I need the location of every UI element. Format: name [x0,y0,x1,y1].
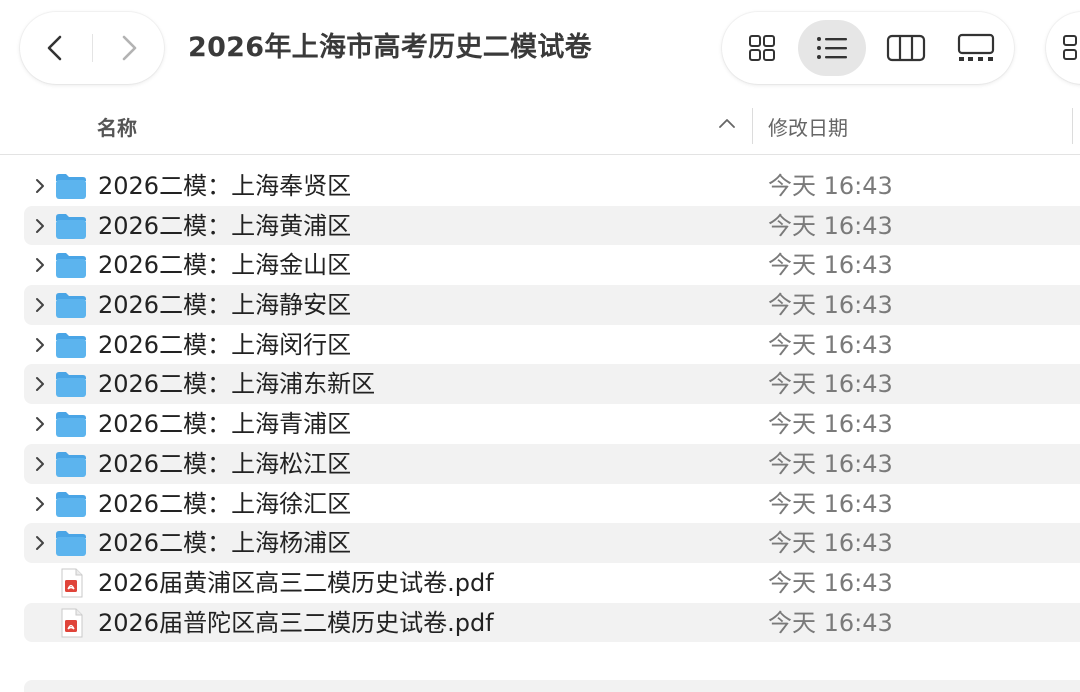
file-row[interactable]: 2026届黄浦区高三二模历史试卷.pdf 今天 16:43 [24,563,1080,603]
disclosure-chevron-icon[interactable] [32,297,48,313]
forward-button[interactable] [110,30,146,66]
file-row[interactable]: 2026二模：上海青浦区 今天 16:43 [24,404,1080,444]
date-modified: 今天 16:43 [768,211,893,240]
date-modified: 今天 16:43 [768,172,893,200]
column-divider[interactable] [752,108,753,144]
file-row[interactable]: 2026二模：上海闵行区 今天 16:43 [24,325,1080,365]
group-by-control [1046,12,1080,84]
folder-name: 2026二模：上海黄浦区 [98,211,352,240]
navigation-group [20,12,164,84]
file-row[interactable]: 2026二模：上海浦东新区 今天 16:43 [24,364,1080,405]
file-row[interactable]: 2026二模：上海奉贤区 今天 16:43 [24,166,1080,206]
folder-icon [56,174,86,199]
folder-name: 2026二模：上海静安区 [98,291,352,320]
folder-icon [56,372,86,398]
folder-name: 2026二模：上海松江区 [98,449,352,478]
folder-name: 2026二模：上海奉贤区 [98,172,352,200]
disclosure-chevron-icon[interactable] [32,257,48,273]
disclosure-chevron-icon[interactable] [32,337,48,353]
folder-name: 2026二模：上海浦东新区 [98,370,376,399]
name-column-header[interactable]: 名称 [97,112,137,141]
folder-icon [56,253,86,279]
folder-name: 2026二模：上海徐汇区 [98,489,352,518]
date-modified: 今天 16:43 [768,608,893,637]
icon-view-button[interactable] [728,20,796,76]
disclosure-chevron-icon[interactable] [32,456,48,472]
window-title: 2026年上海市高考历史二模试卷 [188,32,592,63]
disclosure-chevron-icon[interactable] [32,218,48,234]
date-modified-column-header[interactable]: 修改日期 [768,112,848,141]
folder-icon [56,451,86,477]
gallery-view-button[interactable] [942,20,1010,76]
column-divider[interactable] [1072,108,1073,144]
disclosure-chevron-icon[interactable] [32,376,48,392]
file-row[interactable]: 2026二模：上海静安区 今天 16:43 [24,285,1080,325]
file-row[interactable]: 2026二模：上海黄浦区 今天 16:43 [24,205,1080,246]
view-mode-group [722,12,1014,84]
gallery-icon [957,33,995,61]
folder-icon [56,293,86,319]
folder-icon [56,412,86,438]
file-row[interactable]: 2026二模：上海徐汇区 今天 16:43 [24,484,1080,524]
grid-icon [749,35,775,61]
folder-name: 2026二模：上海杨浦区 [98,529,352,558]
file-row[interactable]: 2026届普陀区高三二模历史试卷.pdf 今天 16:43 [24,602,1080,643]
disclosure-chevron-icon[interactable] [32,178,48,194]
column-view-button[interactable] [872,20,940,76]
file-name: 2026届黄浦区高三二模历史试卷.pdf [98,568,494,597]
chevron-left-icon [47,35,62,61]
disclosure-chevron-icon[interactable] [32,496,48,512]
disclosure-chevron-icon[interactable] [32,416,48,432]
columns-icon [886,34,926,62]
list-icon [817,37,847,59]
date-modified: 今天 16:43 [768,370,893,399]
file-list: 2026二模：上海奉贤区 今天 16:43 2026二模：上海黄浦区 今天 16:43… [0,166,1080,643]
chevron-right-icon [122,35,137,61]
date-modified: 今天 16:43 [768,568,893,597]
list-row-partial [24,680,1080,692]
disclosure-chevron-icon[interactable] [32,535,48,551]
chevron-up-icon[interactable] [718,116,736,130]
date-modified: 今天 16:43 [768,489,893,518]
back-button[interactable] [38,30,74,66]
folder-icon [56,531,86,557]
pdf-file-icon [61,608,83,638]
group-icon [1063,35,1077,60]
folder-icon [56,213,86,239]
date-modified: 今天 16:43 [768,529,893,558]
pdf-file-icon [61,568,83,598]
date-modified: 今天 16:43 [768,330,893,359]
finder-toolbar: 2026年上海市高考历史二模试卷 [0,0,1080,96]
date-modified: 今天 16:43 [768,251,893,280]
folder-name: 2026二模：上海闵行区 [98,330,352,359]
folder-name: 2026二模：上海金山区 [98,251,352,280]
date-modified: 今天 16:43 [768,449,893,478]
date-modified: 今天 16:43 [768,410,893,439]
file-row[interactable]: 2026二模：上海杨浦区 今天 16:43 [24,523,1080,563]
file-row[interactable]: 2026二模：上海松江区 今天 16:43 [24,443,1080,484]
folder-icon [56,332,86,358]
file-row[interactable]: 2026二模：上海金山区 今天 16:43 [24,245,1080,285]
list-view-button[interactable] [798,20,866,76]
date-modified: 今天 16:43 [768,291,893,320]
nav-divider [92,34,93,62]
file-name: 2026届普陀区高三二模历史试卷.pdf [98,608,494,637]
folder-name: 2026二模：上海青浦区 [98,410,352,439]
column-header: 名称 修改日期 [0,96,1080,155]
group-by-button[interactable] [1060,30,1080,66]
folder-icon [56,491,86,517]
